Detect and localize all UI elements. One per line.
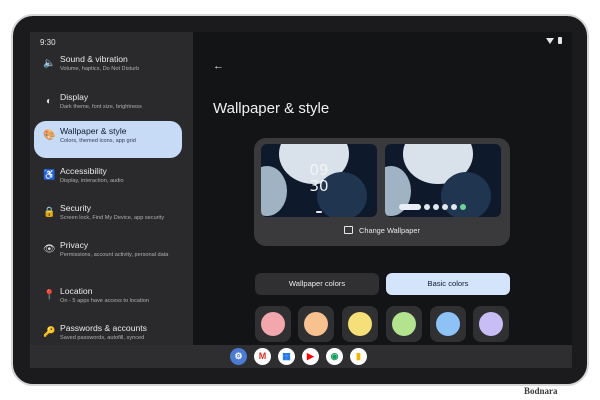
color-swatch[interactable]	[298, 306, 334, 342]
sidebar-item-subtitle: Display, interaction, audio	[60, 178, 124, 184]
sidebar-item-display[interactable]: ◐ Display Dark theme, font size, brightn…	[34, 87, 182, 123]
sidebar-item-sound[interactable]: 🔈 Sound & vibration Volume, haptics, Do …	[34, 49, 182, 85]
swatch-dot	[261, 312, 285, 336]
settings-sidebar: 9:30 🔈 Sound & vibration Volume, haptics…	[30, 32, 193, 345]
swatch-dot	[348, 312, 372, 336]
wallpaper-shape	[261, 166, 287, 216]
sidebar-item-accessibility[interactable]: ♿ Accessibility Display, interaction, au…	[34, 161, 182, 197]
lock-clock: 09 30	[309, 161, 329, 195]
volume-icon: 🔈	[43, 58, 56, 69]
color-swatch[interactable]	[255, 306, 291, 342]
mini-app-icon	[433, 204, 439, 210]
sidebar-item-security[interactable]: 🔒 Security Screen lock, Find My Device, …	[34, 198, 182, 234]
swatch-dot	[479, 312, 503, 336]
tab-wallpaper-colors[interactable]: Wallpaper colors	[255, 273, 379, 295]
image-icon	[344, 226, 354, 234]
mini-app-icon	[424, 204, 430, 210]
sidebar-item-subtitle: Saved passwords, autofill, synced	[60, 335, 145, 341]
sidebar-item-title: Location	[60, 286, 93, 296]
gmail-icon[interactable]: M	[254, 348, 271, 365]
chrome-icon[interactable]: ◉	[326, 348, 343, 365]
sidebar-item-title: Security	[60, 203, 92, 213]
sidebar-item-location[interactable]: 📍 Location On - 5 apps have access to lo…	[34, 281, 182, 317]
wifi-icon	[546, 37, 554, 44]
sidebar-item-subtitle: Dark theme, font size, brightness	[60, 104, 142, 110]
calendar-icon[interactable]: ▦	[278, 348, 295, 365]
color-swatch[interactable]	[473, 306, 509, 342]
sidebar-item-subtitle: Permissions, account activity, personal …	[60, 252, 169, 258]
taskbar: ⚙ M ▦ ▶ ◉ ▮	[30, 345, 572, 368]
page-title: Wallpaper & style	[213, 100, 330, 117]
lock-icon: 🔒	[43, 207, 56, 218]
mini-app-icon	[442, 204, 448, 210]
youtube-icon[interactable]: ▶	[302, 348, 319, 365]
settings-icon[interactable]: ⚙	[230, 348, 247, 365]
sidebar-item-title: Passwords & accounts	[60, 323, 147, 333]
eye-icon: 👁	[43, 244, 56, 255]
sidebar-item-privacy[interactable]: 👁 Privacy Permissions, account activity,…	[34, 235, 182, 275]
sidebar-item-title: Accessibility	[60, 166, 107, 176]
sidebar-item-title: Privacy	[60, 240, 89, 250]
lock-indicator	[316, 211, 322, 213]
home-screen-preview[interactable]	[385, 144, 501, 217]
mini-search-bar	[399, 204, 421, 210]
location-pin-icon: 📍	[43, 290, 56, 301]
mini-app-icon	[451, 204, 457, 210]
sidebar-item-subtitle: Screen lock, Find My Device, app securit…	[60, 215, 165, 221]
screen: 9:30 🔈 Sound & vibration Volume, haptics…	[30, 32, 572, 368]
accessibility-icon: ♿	[43, 170, 56, 181]
sidebar-item-title: Wallpaper & style	[60, 126, 127, 136]
passwords-icon: 🔑	[43, 327, 56, 338]
sidebar-item-title: Sound & vibration	[60, 54, 128, 64]
mini-app-icon	[460, 204, 466, 210]
sidebar-item-wallpaper[interactable]: 🎨 Wallpaper & style Colors, themed icons…	[34, 121, 182, 158]
sidebar-item-subtitle: Volume, haptics, Do Not Disturb	[60, 66, 140, 72]
lock-screen-preview[interactable]: 09 30	[261, 144, 377, 217]
palette-icon: 🎨	[43, 130, 56, 141]
status-icons	[546, 37, 562, 44]
sidebar-item-passwords[interactable]: 🔑 Passwords & accounts Saved passwords, …	[34, 318, 182, 345]
tab-basic-colors[interactable]: Basic colors	[386, 273, 510, 295]
change-wallpaper-label: Change Wallpaper	[359, 226, 420, 235]
color-swatch[interactable]	[430, 306, 466, 342]
wallpaper-preview-card: 09 30 Change Wallpaper	[254, 138, 510, 246]
sidebar-item-title: Display	[60, 92, 89, 102]
app-dock: ⚙ M ▦ ▶ ◉ ▮	[230, 348, 367, 365]
color-swatch[interactable]	[342, 306, 378, 342]
change-wallpaper-button[interactable]: Change Wallpaper	[254, 226, 510, 235]
brightness-icon: ◐	[45, 96, 53, 107]
swatch-dot	[392, 312, 416, 336]
color-swatch[interactable]	[386, 306, 422, 342]
tablet-frame: 9:30 🔈 Sound & vibration Volume, haptics…	[11, 14, 589, 386]
back-arrow-icon[interactable]: ←	[213, 60, 224, 72]
watermark: Bodnara	[524, 386, 558, 396]
swatch-dot	[304, 312, 328, 336]
sidebar-item-subtitle: On - 5 apps have access to location	[60, 298, 149, 304]
swatch-dot	[436, 312, 460, 336]
mini-dock	[399, 204, 491, 212]
sidebar-item-subtitle: Colors, themed icons, app grid	[60, 138, 136, 144]
battery-icon	[558, 37, 562, 44]
keep-icon[interactable]: ▮	[350, 348, 367, 365]
status-time: 9:30	[40, 38, 56, 47]
